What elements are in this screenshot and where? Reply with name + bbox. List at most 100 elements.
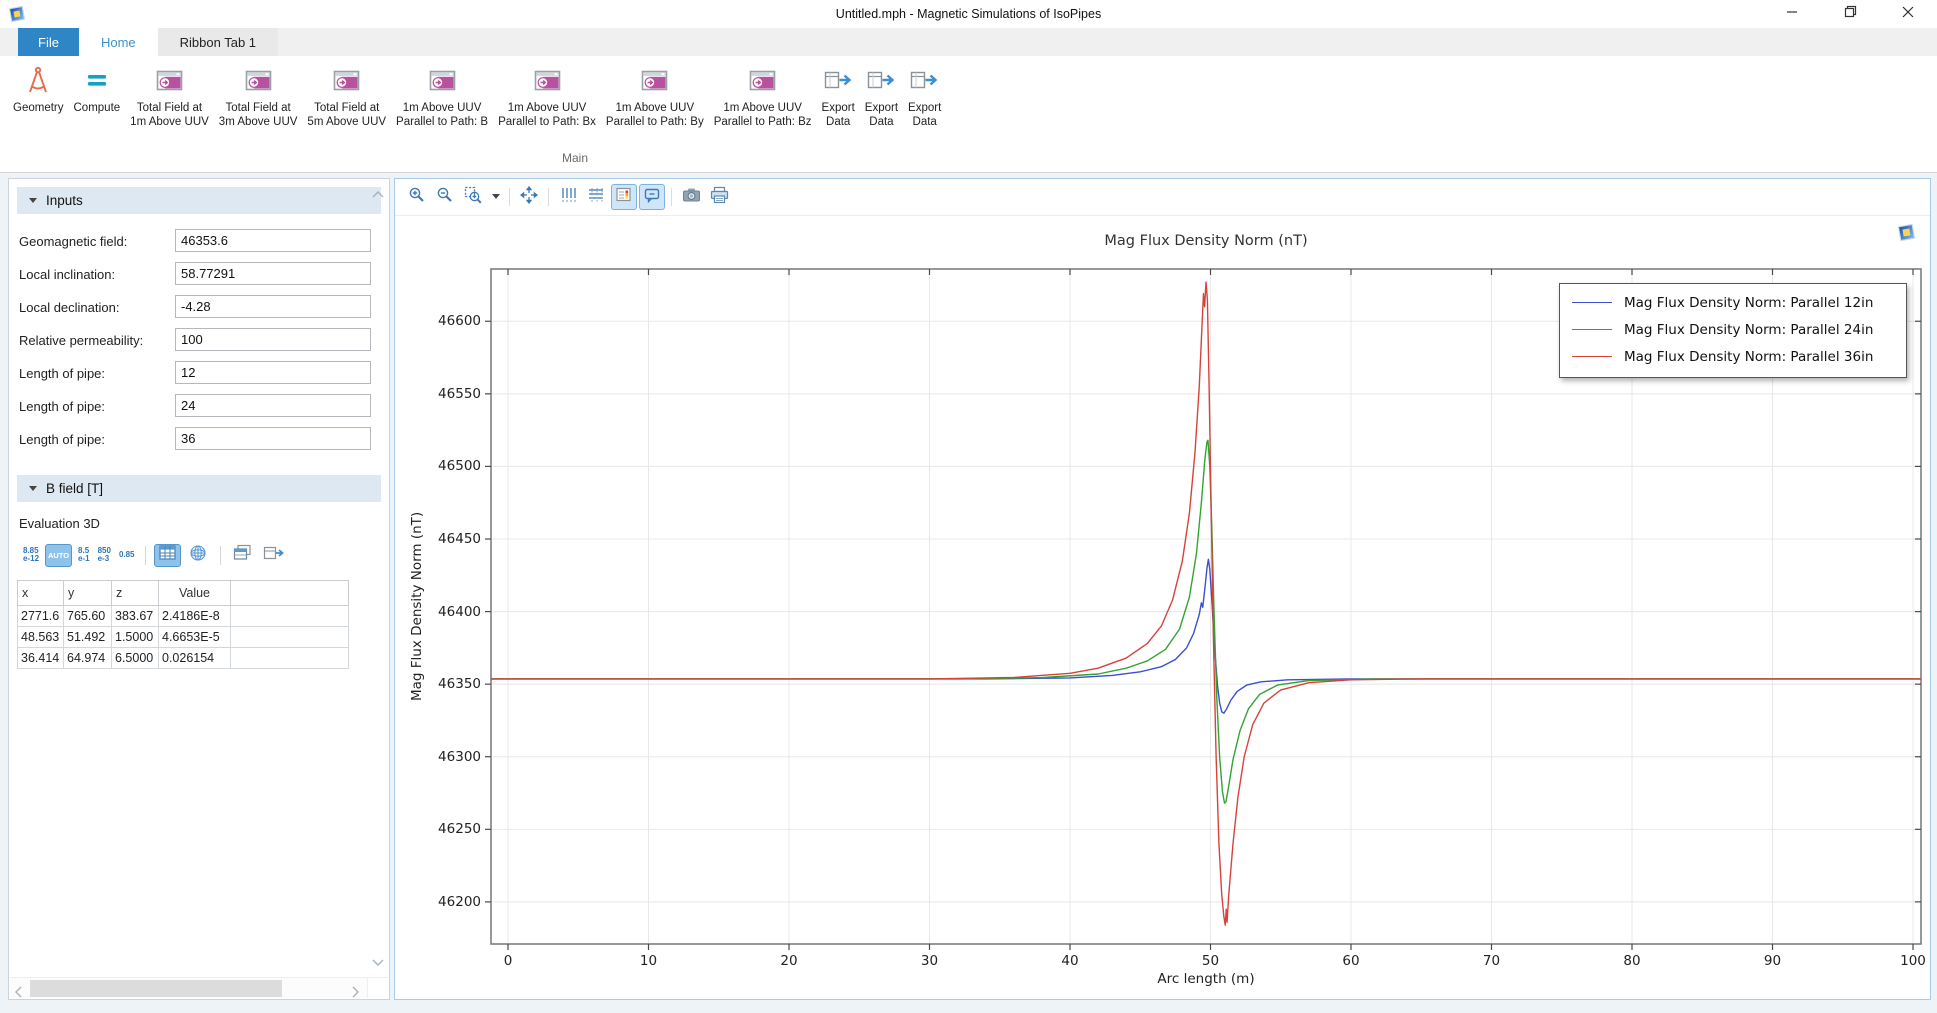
- table-row[interactable]: 2771.6765.60383.672.4186E-8: [18, 606, 349, 627]
- precision-0-85-button[interactable]: 0.85: [119, 551, 135, 560]
- table-cell-empty: [231, 627, 349, 648]
- precision-label: 0.85: [119, 551, 135, 560]
- plot-group-icon: [749, 62, 776, 98]
- evaluation-table: xyzValue2771.6765.60383.672.4186E-848.56…: [17, 580, 349, 669]
- x-tick-label: 30: [898, 953, 962, 969]
- column-header-value: Value: [159, 581, 231, 606]
- precision-850e-3-button[interactable]: 850e-3: [98, 547, 111, 564]
- minimize-button[interactable]: [1763, 0, 1821, 28]
- ribbon-button-parallel-b[interactable]: 1m Above UUV Parallel to Path: B: [391, 60, 493, 131]
- length-of-pipe-1-input[interactable]: [175, 361, 371, 384]
- legend-entry-label: Mag Flux Density Norm: Parallel 24in: [1624, 322, 1873, 338]
- ribbon-button-export-data-1[interactable]: Export Data: [817, 60, 860, 131]
- table-row[interactable]: 48.56351.4921.50004.6653E-5: [18, 627, 349, 648]
- collapse-triangle-icon: [29, 486, 37, 491]
- local-declination-input[interactable]: [175, 295, 371, 318]
- ribbon-button-compute[interactable]: Compute: [69, 60, 126, 117]
- ribbon-button-label: 1m Above UUV Parallel to Path: Bz: [714, 101, 812, 129]
- local-inclination-input[interactable]: [175, 262, 371, 285]
- input-field-row: Local declination:: [9, 292, 389, 325]
- relative-permeability-input[interactable]: [175, 328, 371, 351]
- precision-auto-button[interactable]: AUTO: [45, 544, 72, 567]
- table-cell-empty: [231, 648, 349, 669]
- horizontal-scrollbar[interactable]: [10, 977, 367, 998]
- precision-8-5e-1-button[interactable]: 8.5e-1: [78, 547, 90, 564]
- scroll-left-icon[interactable]: [15, 985, 22, 1003]
- table-cell: 6.5000: [112, 648, 159, 669]
- scrollbar-corner: [367, 977, 388, 998]
- ribbon-button-export-data-3[interactable]: Export Data: [903, 60, 946, 131]
- y-tick-label: 46250: [409, 821, 481, 837]
- x-tick-label: 90: [1741, 953, 1805, 969]
- tab-file[interactable]: File: [18, 28, 79, 56]
- precision-label: e-1: [78, 555, 90, 564]
- copy-table-icon: [233, 544, 252, 566]
- local-inclination-label: Local inclination:: [19, 267, 115, 282]
- y-tick-label: 46550: [409, 386, 481, 402]
- ribbon-tab-row: File Home Ribbon Tab 1: [0, 28, 1937, 56]
- chart-legend[interactable]: Mag Flux Density Norm: Parallel 12in Mag …: [1559, 283, 1907, 378]
- ribbon-button-export-data-2[interactable]: Export Data: [860, 60, 903, 131]
- x-tick-label: 50: [1179, 953, 1243, 969]
- table-cell: 51.492: [64, 627, 112, 648]
- bfield-section-header[interactable]: B field [T]: [17, 475, 381, 502]
- local-declination-label: Local declination:: [19, 300, 119, 315]
- ribbon-button-label: Export Data: [908, 101, 941, 129]
- scroll-down-icon[interactable]: [372, 953, 384, 971]
- ribbon-button-geometry[interactable]: Geometry: [8, 60, 69, 117]
- tab-home[interactable]: Home: [79, 28, 158, 56]
- length-of-pipe-3-input[interactable]: [175, 427, 371, 450]
- ribbon-button-label: 1m Above UUV Parallel to Path: B: [396, 101, 488, 129]
- ribbon: GeometryComputeTotal Field at 1m Above U…: [0, 56, 1937, 173]
- geomagnetic-field-input[interactable]: [175, 229, 371, 252]
- y-tick-label: 46450: [409, 531, 481, 547]
- inputs-fields: Geomagnetic field: Local inclination: Loca…: [9, 226, 389, 457]
- table-view-button[interactable]: [154, 544, 181, 567]
- ribbon-button-total-field-3m[interactable]: Total Field at 3m Above UUV: [214, 60, 303, 131]
- plot-group-icon: [641, 62, 668, 98]
- input-field-row: Local inclination:: [9, 259, 389, 292]
- scroll-right-icon[interactable]: [352, 985, 359, 1003]
- geometry-icon: [24, 62, 52, 98]
- close-button[interactable]: [1879, 0, 1937, 28]
- toolbar-separator: [145, 546, 146, 565]
- legend-entry-label: Mag Flux Density Norm: Parallel 12in: [1624, 295, 1873, 311]
- export-table-button[interactable]: [260, 544, 287, 567]
- evaluation-3d-label: Evaluation 3D: [19, 516, 389, 531]
- titlebar: Untitled.mph - Magnetic Simulations of I…: [0, 0, 1937, 28]
- scroll-up-icon[interactable]: [372, 185, 384, 203]
- length-of-pipe-2-input[interactable]: [175, 394, 371, 417]
- restore-icon: [1844, 5, 1857, 23]
- tab-ribbon-tab-1[interactable]: Ribbon Tab 1: [158, 28, 278, 56]
- ribbon-button-parallel-bz[interactable]: 1m Above UUV Parallel to Path: Bz: [709, 60, 817, 131]
- window-title: Untitled.mph - Magnetic Simulations of I…: [0, 7, 1937, 21]
- ribbon-button-label: Total Field at 1m Above UUV: [130, 101, 209, 129]
- auto-label: AUTO: [48, 551, 69, 560]
- table-cell: 4.6653E-5: [159, 627, 231, 648]
- ribbon-button-label: Total Field at 5m Above UUV: [307, 101, 386, 129]
- series-curve-2: [491, 282, 1921, 925]
- inputs-section-header[interactable]: Inputs: [17, 187, 381, 214]
- ribbon-button-total-field-5m[interactable]: Total Field at 5m Above UUV: [302, 60, 391, 131]
- minimize-icon: [1786, 5, 1798, 23]
- ribbon-button-parallel-by[interactable]: 1m Above UUV Parallel to Path: By: [601, 60, 709, 131]
- full-precision-button[interactable]: [185, 544, 212, 567]
- column-header-x: x: [18, 581, 64, 606]
- export-data-icon: [910, 62, 939, 98]
- ribbon-button-label: Export Data: [822, 101, 855, 129]
- table-cell: 765.60: [64, 606, 112, 627]
- precision-8-85e-12-button[interactable]: 8.85e-12: [23, 547, 39, 564]
- ribbon-button-label: 1m Above UUV Parallel to Path: Bx: [498, 101, 596, 129]
- scrollbar-thumb[interactable]: [30, 980, 282, 997]
- window-controls: [1763, 0, 1937, 28]
- export-data-icon: [824, 62, 853, 98]
- restore-button[interactable]: [1821, 0, 1879, 28]
- copy-table-button[interactable]: [229, 544, 256, 567]
- ribbon-button-parallel-bx[interactable]: 1m Above UUV Parallel to Path: Bx: [493, 60, 601, 131]
- input-field-row: Length of pipe:: [9, 391, 389, 424]
- ribbon-button-label: Total Field at 3m Above UUV: [219, 101, 298, 129]
- column-header-empty: [231, 581, 349, 606]
- ribbon-button-total-field-1m[interactable]: Total Field at 1m Above UUV: [125, 60, 214, 131]
- table-row[interactable]: 36.41464.9746.50000.026154: [18, 648, 349, 669]
- geomagnetic-field-label: Geomagnetic field:: [19, 234, 127, 249]
